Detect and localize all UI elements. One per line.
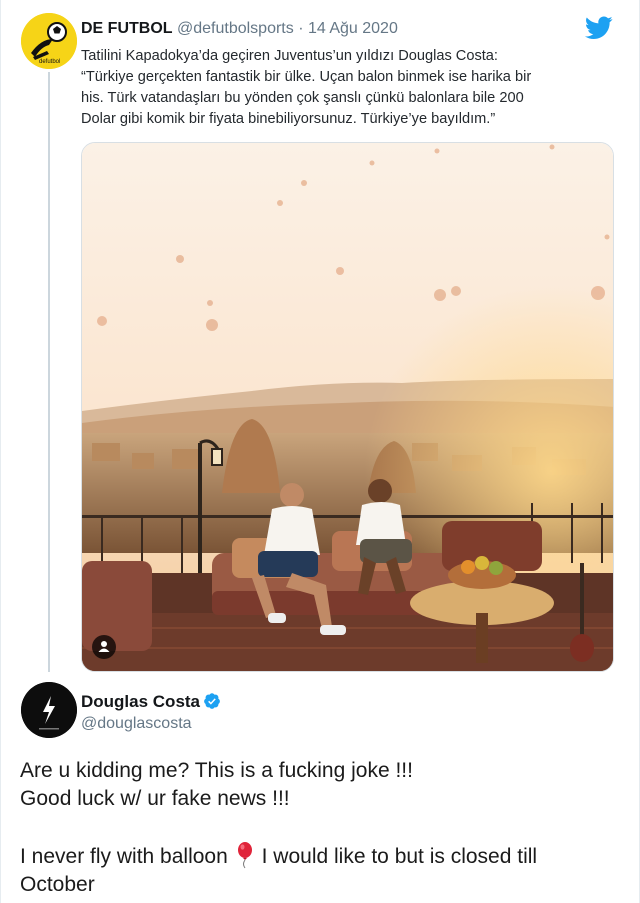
quoted-author-name[interactable]: DE FUTBOL — [81, 20, 173, 37]
quoted-author-handle[interactable]: @defutbolsports — [177, 20, 294, 37]
reply-tweet-text: Are u kidding me? This is a fucking joke… — [20, 757, 620, 899]
reply-line: Good luck w/ ur fake news !!! — [20, 787, 290, 810]
douglascosta-avatar[interactable] — [21, 682, 77, 738]
lightning-bolt-icon — [21, 682, 77, 738]
svg-text:defutbol: defutbol — [39, 59, 60, 65]
verified-badge-icon — [204, 693, 220, 709]
reply-line: October — [20, 873, 95, 896]
twitter-bird-icon[interactable] — [584, 16, 613, 40]
cappadocia-rooftop-photo — [82, 143, 613, 671]
tweet-date[interactable]: 14 Ağu 2020 — [308, 20, 398, 37]
tweet-text-line: Dolar gibi komik bir fiyata binebiliyors… — [81, 111, 496, 127]
defutbol-avatar[interactable]: defutbol — [21, 13, 77, 69]
tweet-text-line: his. Türk vatandaşları bu yönden çok şan… — [81, 90, 524, 106]
tweet-text-line: “Türkiye gerçekten fantastik bir ülke. U… — [81, 69, 532, 85]
person-tag-icon[interactable] — [92, 635, 116, 659]
tweet-photo[interactable] — [81, 142, 614, 672]
tweet-screenshot: defutbol DE FUTBOL @defutbolsports · 14 … — [0, 0, 640, 903]
reply-line-part: I never fly with balloon — [20, 845, 228, 868]
reply-author-name-text: Douglas Costa — [81, 692, 201, 711]
reply-line-with-emoji: I never fly with balloon I would like to… — [20, 841, 620, 871]
thread-connector-line — [48, 72, 50, 672]
quoted-tweet-header: DE FUTBOL @defutbolsports · 14 Ağu 2020 — [81, 20, 398, 38]
header-separator: · — [298, 20, 304, 37]
tweet-text-line: Tatilini Kapadokya’da geçiren Juventus’u… — [81, 48, 498, 64]
reply-author-name[interactable]: Douglas Costa — [81, 692, 221, 712]
reply-line-part: I would like to but is closed till — [261, 845, 538, 868]
reply-author-handle[interactable]: @douglascosta — [81, 715, 192, 733]
soccer-ball-logo-icon: defutbol — [21, 13, 77, 69]
balloon-icon — [237, 842, 252, 869]
quoted-tweet-text: Tatilini Kapadokya’da geçiren Juventus’u… — [81, 46, 621, 130]
reply-line: Are u kidding me? This is a fucking joke… — [20, 759, 413, 782]
